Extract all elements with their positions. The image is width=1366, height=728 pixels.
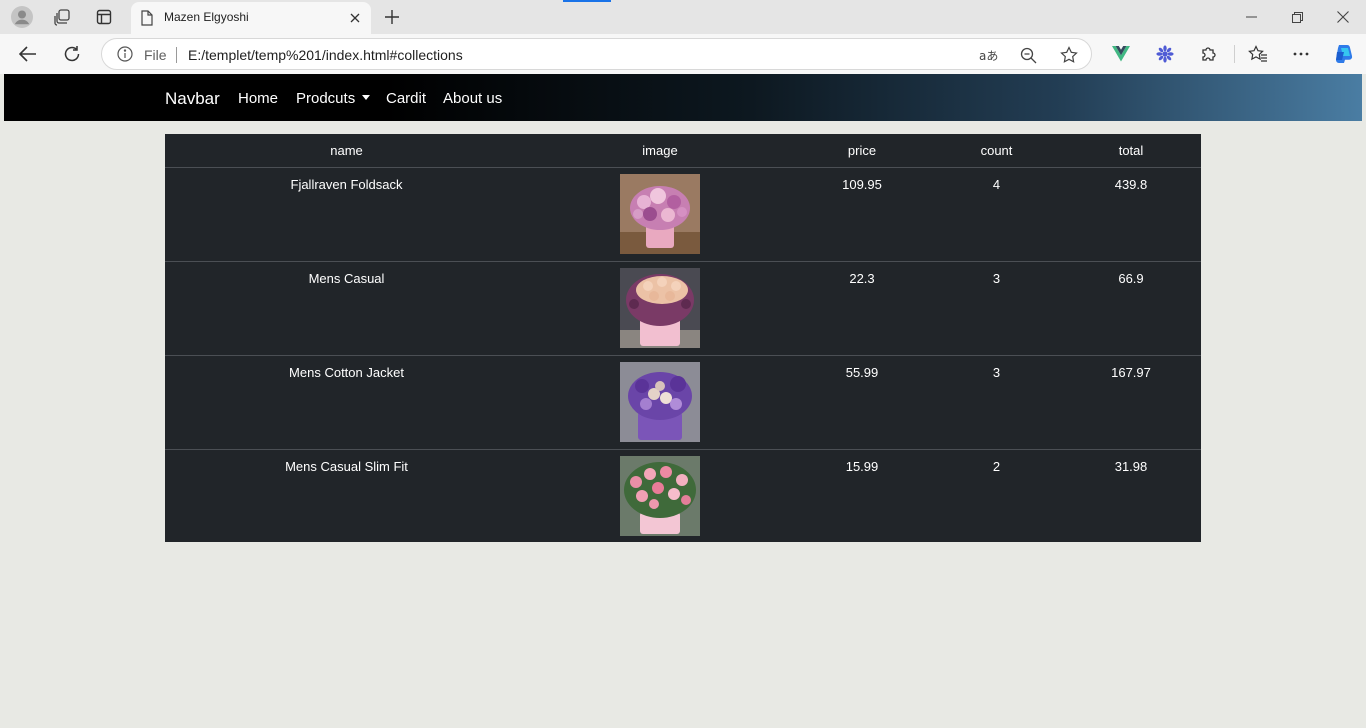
favorites-icon[interactable] bbox=[1245, 42, 1271, 66]
table-row: Mens Casual 22.3 3 66.9 bbox=[165, 260, 1201, 355]
cart-table: name image price count total Fjallraven … bbox=[165, 134, 1201, 543]
product-total: 439.8 bbox=[1114, 176, 1148, 192]
product-total: 167.97 bbox=[1061, 354, 1201, 449]
vue-devtools-extension-icon[interactable] bbox=[1108, 42, 1134, 66]
page-viewport: Navbar Home Prodcuts Cardit About us nam… bbox=[4, 74, 1362, 724]
dropdown-caret-icon bbox=[362, 95, 371, 100]
favorite-star-icon[interactable] bbox=[1058, 44, 1080, 66]
cart-table-container: name image price count total Fjallraven … bbox=[165, 134, 1201, 543]
product-image bbox=[620, 267, 700, 348]
product-image bbox=[620, 173, 700, 254]
close-tab-icon[interactable] bbox=[346, 9, 364, 27]
minimize-button[interactable] bbox=[1239, 6, 1263, 28]
tab-strip-accent bbox=[563, 0, 611, 2]
table-header-row: name image price count total bbox=[165, 134, 1201, 168]
product-name: Mens Casual bbox=[165, 260, 528, 355]
more-options-icon[interactable] bbox=[1288, 42, 1314, 66]
nav-link-home[interactable]: Home bbox=[238, 90, 278, 107]
page-icon bbox=[140, 10, 154, 31]
new-tab-button[interactable] bbox=[381, 6, 403, 28]
copilot-icon[interactable] bbox=[1330, 42, 1356, 66]
back-button[interactable] bbox=[15, 42, 41, 66]
table-row: Fjallraven Foldsack 109.95 4 439.8 bbox=[165, 167, 1201, 261]
product-name: Mens Cotton Jacket bbox=[165, 354, 528, 449]
product-price: 109.95 bbox=[842, 176, 882, 192]
browser-tab-strip: Mazen Elgyoshi bbox=[0, 0, 1366, 34]
column-header-count: count bbox=[932, 134, 1061, 168]
browser-toolbar: File E:/templet/temp%201/index.html#coll… bbox=[0, 34, 1366, 74]
table-row: Mens Casual Slim Fit 15.99 2 31.98 bbox=[165, 448, 1201, 543]
product-total: 66.9 bbox=[1061, 260, 1201, 355]
product-image bbox=[620, 455, 700, 536]
profile-icon[interactable] bbox=[10, 5, 34, 29]
product-name: Mens Casual Slim Fit bbox=[165, 448, 528, 543]
nav-link-about-us[interactable]: About us bbox=[443, 90, 502, 107]
read-aloud-translate-icon[interactable]: aあ bbox=[978, 44, 1000, 66]
extension-flower-icon[interactable] bbox=[1152, 42, 1178, 66]
product-count: 3 bbox=[932, 260, 1061, 355]
nav-link-cart[interactable]: Cardit bbox=[386, 90, 426, 107]
refresh-button[interactable] bbox=[59, 42, 85, 66]
product-total: 31.98 bbox=[1061, 448, 1201, 543]
address-separator bbox=[176, 47, 177, 63]
column-header-image: image bbox=[528, 134, 792, 168]
column-header-name: name bbox=[165, 134, 528, 168]
close-window-button[interactable] bbox=[1331, 6, 1355, 28]
column-header-price: price bbox=[792, 134, 932, 168]
nav-link-products-label: Prodcuts bbox=[296, 90, 356, 107]
product-price: 55.99 bbox=[792, 354, 932, 449]
product-count: 4 bbox=[992, 176, 1001, 192]
product-price: 22.3 bbox=[792, 260, 932, 355]
product-image bbox=[620, 361, 700, 442]
product-name: Fjallraven Foldsack bbox=[290, 176, 403, 192]
url-text[interactable]: E:/templet/temp%201/index.html#collectio… bbox=[188, 47, 463, 63]
site-navbar: Navbar Home Prodcuts Cardit About us bbox=[4, 74, 1362, 121]
workspaces-icon[interactable] bbox=[50, 5, 74, 29]
address-bar[interactable]: File E:/templet/temp%201/index.html#coll… bbox=[101, 38, 1092, 70]
zoom-out-icon[interactable] bbox=[1017, 44, 1039, 66]
restore-button[interactable] bbox=[1285, 6, 1309, 28]
table-row: Mens Cotton Jacket 55.99 3 167.97 bbox=[165, 354, 1201, 449]
vertical-tabs-icon[interactable] bbox=[92, 5, 116, 29]
extensions-puzzle-icon[interactable] bbox=[1196, 42, 1222, 66]
tab-title: Mazen Elgyoshi bbox=[164, 10, 249, 24]
site-info-icon[interactable] bbox=[117, 46, 133, 67]
product-count: 3 bbox=[932, 354, 1061, 449]
product-price: 15.99 bbox=[792, 448, 932, 543]
svg-text:aあ: aあ bbox=[979, 49, 998, 63]
tab-active[interactable]: Mazen Elgyoshi bbox=[131, 2, 371, 34]
navbar-brand[interactable]: Navbar bbox=[165, 89, 220, 109]
site-info-label: File bbox=[144, 47, 167, 63]
product-count: 2 bbox=[932, 448, 1061, 543]
column-header-total: total bbox=[1061, 134, 1201, 168]
toolbar-divider bbox=[1234, 45, 1235, 63]
nav-link-products[interactable]: Prodcuts bbox=[296, 90, 371, 107]
